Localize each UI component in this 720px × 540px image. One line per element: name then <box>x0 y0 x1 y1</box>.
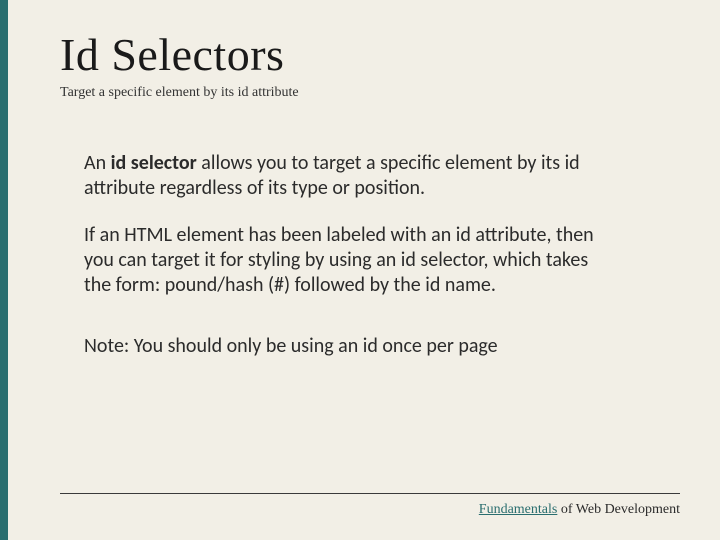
slide-body: An id selector allows you to target a sp… <box>60 151 660 359</box>
footer-divider <box>60 493 680 494</box>
paragraph-1: An id selector allows you to target a sp… <box>84 151 600 201</box>
footer-word-2: of <box>557 502 575 517</box>
note-paragraph: Note: You should only be using an id onc… <box>84 334 600 359</box>
para1-pre: An <box>84 151 111 175</box>
accent-bar <box>0 0 8 540</box>
slide-subtitle: Target a specific element by its id attr… <box>60 85 660 101</box>
slide-title: Id Selectors <box>60 28 660 81</box>
slide-content: Id Selectors Target a specific element b… <box>0 0 720 359</box>
paragraph-2: If an HTML element has been labeled with… <box>84 223 600 298</box>
footer-text: Fundamentals of Web Development <box>479 502 680 518</box>
footer-word-3: Web Development <box>576 502 680 517</box>
para1-bold: id selector <box>111 151 197 175</box>
footer-word-1: Fundamentals <box>479 502 558 517</box>
